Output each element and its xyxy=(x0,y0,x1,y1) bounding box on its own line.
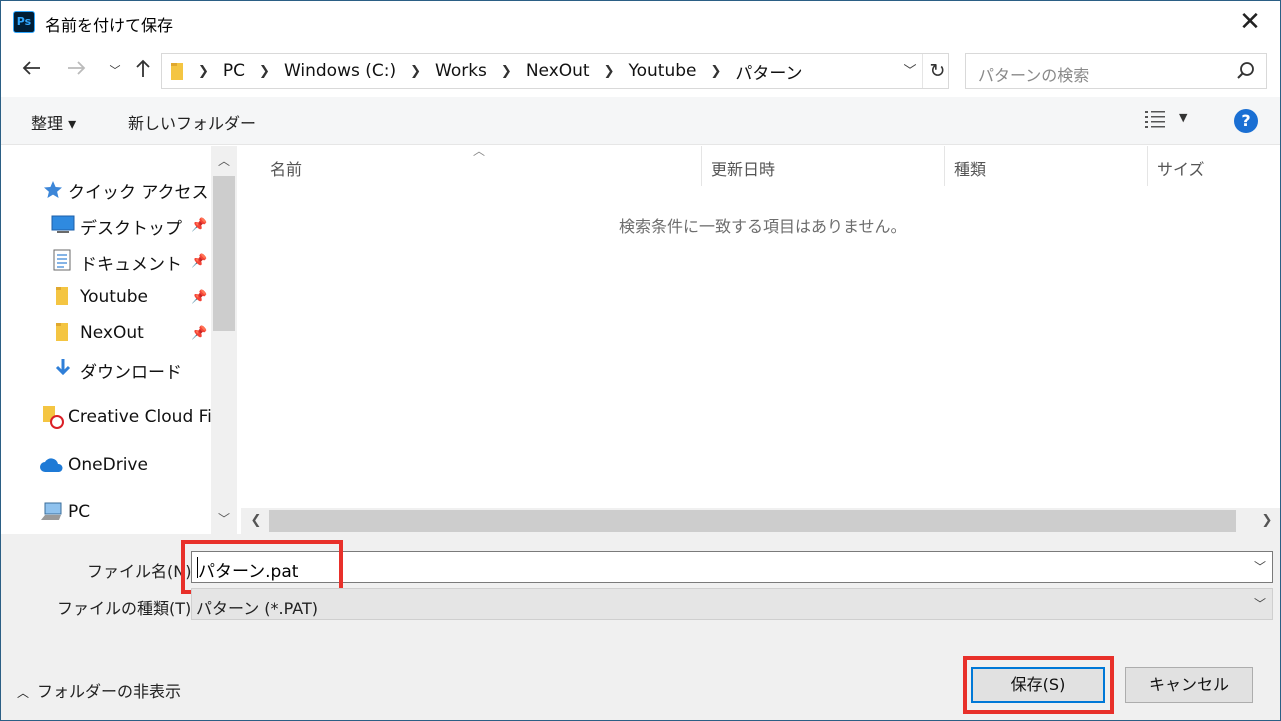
save-form: ファイル名(N): パターン.pat ﹀ ファイルの種類(T): パターン (*… xyxy=(1,534,1280,720)
save-as-dialog: Ps 名前を付けて保存 ✕ ﹀ ❯ PC ❯ Windows (C:) ❯ Wo… xyxy=(0,0,1281,721)
new-folder-button[interactable]: 新しいフォルダー xyxy=(128,110,256,134)
up-button[interactable] xyxy=(129,57,157,85)
sidebar-item-creative-cloud[interactable]: Creative Cloud Files xyxy=(68,407,211,427)
chevron-up-icon: ︿ xyxy=(17,686,30,700)
onedrive-cloud-icon xyxy=(40,458,63,472)
view-options-icon[interactable] xyxy=(1144,109,1168,131)
forward-button[interactable] xyxy=(63,57,91,85)
scroll-down-icon[interactable]: ﹀ xyxy=(211,508,237,530)
search-icon xyxy=(1237,62,1254,79)
column-header-size[interactable]: サイズ xyxy=(1157,156,1205,180)
refresh-icon: ↻ xyxy=(929,60,946,82)
scroll-right-icon[interactable]: ❯ xyxy=(1254,508,1280,534)
breadcrumb-item[interactable]: Windows (C:) xyxy=(284,61,396,81)
arrow-right-icon xyxy=(68,61,86,75)
navigation-bar: ﹀ ❯ PC ❯ Windows (C:) ❯ Works ❯ NexOut ❯… xyxy=(1,45,1280,97)
sort-ascending-icon: ︿ xyxy=(473,144,486,158)
scroll-up-icon[interactable]: ︿ xyxy=(211,150,237,172)
sidebar-item-youtube[interactable]: Youtube xyxy=(80,287,148,307)
pin-icon: 📌 xyxy=(191,254,208,269)
help-icon[interactable]: ? xyxy=(1234,109,1258,133)
highlight-box-save xyxy=(963,656,1114,714)
folder-icon xyxy=(56,287,68,305)
folder-icon xyxy=(56,323,68,341)
desktop-icon xyxy=(51,215,75,233)
sidebar-item-downloads[interactable]: ダウンロード xyxy=(80,358,182,383)
chevron-down-icon: ﹀ xyxy=(109,64,121,77)
chevron-down-icon[interactable]: ﹀ xyxy=(1254,595,1266,612)
refresh-button[interactable]: ↻ xyxy=(922,54,952,88)
highlight-box-filename xyxy=(181,540,343,594)
sidebar-item-quick-access[interactable]: クイック アクセス xyxy=(68,178,209,203)
sidebar-item-onedrive[interactable]: OneDrive xyxy=(68,455,148,475)
view-dropdown-button[interactable]: ▼ xyxy=(1179,111,1187,124)
hide-folders-label: フォルダーの非表示 xyxy=(37,682,182,701)
breadcrumb-item[interactable]: パターン xyxy=(735,59,802,84)
chevron-right-icon: ❯ xyxy=(603,63,615,79)
arrow-left-icon xyxy=(22,61,40,75)
column-divider[interactable] xyxy=(1147,146,1148,186)
breadcrumb: ❯ PC ❯ Windows (C:) ❯ Works ❯ NexOut ❯ Y… xyxy=(194,54,803,88)
organize-button[interactable]: 整理 ▾ xyxy=(31,110,76,134)
filetype-select[interactable]: パターン (*.PAT) ﹀ xyxy=(191,588,1273,620)
folder-icon xyxy=(171,63,183,80)
column-header-date[interactable]: 更新日時 xyxy=(711,156,775,180)
computer-icon xyxy=(41,502,62,520)
search-input[interactable]: パターンの検索 xyxy=(978,62,1089,86)
document-icon xyxy=(53,249,71,271)
cancel-button[interactable]: キャンセル xyxy=(1125,667,1253,703)
column-divider[interactable] xyxy=(944,146,945,186)
chevron-right-icon: ❯ xyxy=(410,63,421,79)
chevron-right-icon: ❯ xyxy=(198,63,209,79)
chevron-down-icon: ﹀ xyxy=(903,64,917,79)
sidebar-item-pc[interactable]: PC xyxy=(68,502,90,522)
filetype-value: パターン (*.PAT) xyxy=(196,599,318,618)
pin-icon: 📌 xyxy=(191,290,208,305)
download-icon xyxy=(55,359,71,376)
address-bar[interactable]: ❯ PC ❯ Windows (C:) ❯ Works ❯ NexOut ❯ Y… xyxy=(161,53,949,89)
chevron-right-icon: ❯ xyxy=(500,63,512,79)
scrollbar-thumb[interactable] xyxy=(213,176,235,331)
file-list: ︿ 名前 更新日時 種類 サイズ 検索条件に一致する項目はありません。 ❮ ❯ xyxy=(241,144,1280,534)
creative-cloud-icon xyxy=(43,406,64,429)
column-divider[interactable] xyxy=(701,146,702,186)
hide-folders-toggle[interactable]: ︿ フォルダーの非表示 xyxy=(17,678,181,702)
breadcrumb-item[interactable]: NexOut xyxy=(526,61,590,81)
dialog-title: 名前を付けて保存 xyxy=(45,16,174,35)
command-bar: 整理 ▾ 新しいフォルダー ▼ xyxy=(1,97,1280,145)
filetype-label: ファイルの種類(T): xyxy=(57,599,197,618)
breadcrumb-item[interactable]: Youtube xyxy=(628,61,696,81)
scroll-left-icon[interactable]: ❮ xyxy=(243,508,269,534)
close-button[interactable]: ✕ xyxy=(1232,7,1268,39)
filename-field[interactable]: パターン.pat ﹀ xyxy=(191,551,1273,583)
pin-icon: 📌 xyxy=(191,218,208,233)
sidebar-item-desktop[interactable]: デスクトップ xyxy=(80,214,182,239)
breadcrumb-item[interactable]: PC xyxy=(223,61,245,81)
chevron-right-icon: ❯ xyxy=(710,63,722,79)
column-header-name[interactable]: 名前 xyxy=(270,156,302,180)
nav-scrollbar[interactable]: ︿ ﹀ xyxy=(211,146,237,534)
breadcrumb-item[interactable]: Works xyxy=(435,61,487,81)
column-header-type[interactable]: 種類 xyxy=(954,156,986,180)
title-bar: Ps 名前を付けて保存 ✕ xyxy=(1,1,1280,45)
arrow-up-icon xyxy=(136,59,150,77)
photoshop-app-icon: Ps xyxy=(13,11,35,33)
scrollbar-thumb[interactable] xyxy=(269,510,1236,532)
chevron-right-icon: ❯ xyxy=(259,63,270,79)
sidebar-item-nexout[interactable]: NexOut xyxy=(80,323,144,343)
pin-icon: 📌 xyxy=(191,326,208,341)
recent-locations-dropdown[interactable]: ﹀ xyxy=(101,57,129,85)
empty-folder-message: 検索条件に一致する項目はありません。 xyxy=(619,217,907,236)
file-list-hscrollbar[interactable]: ❮ ❯ xyxy=(241,508,1280,534)
sidebar-item-documents[interactable]: ドキュメント xyxy=(80,250,182,275)
navigation-pane: クイック アクセス デスクトップ 📌 ドキュメント 📌 Youtube 📌 Ne… xyxy=(1,146,237,534)
chevron-down-icon[interactable]: ﹀ xyxy=(1254,558,1266,575)
address-history-dropdown[interactable]: ﹀ xyxy=(898,62,922,82)
star-icon xyxy=(44,181,62,198)
back-button[interactable] xyxy=(17,57,45,85)
search-box[interactable]: パターンの検索 xyxy=(965,53,1267,89)
